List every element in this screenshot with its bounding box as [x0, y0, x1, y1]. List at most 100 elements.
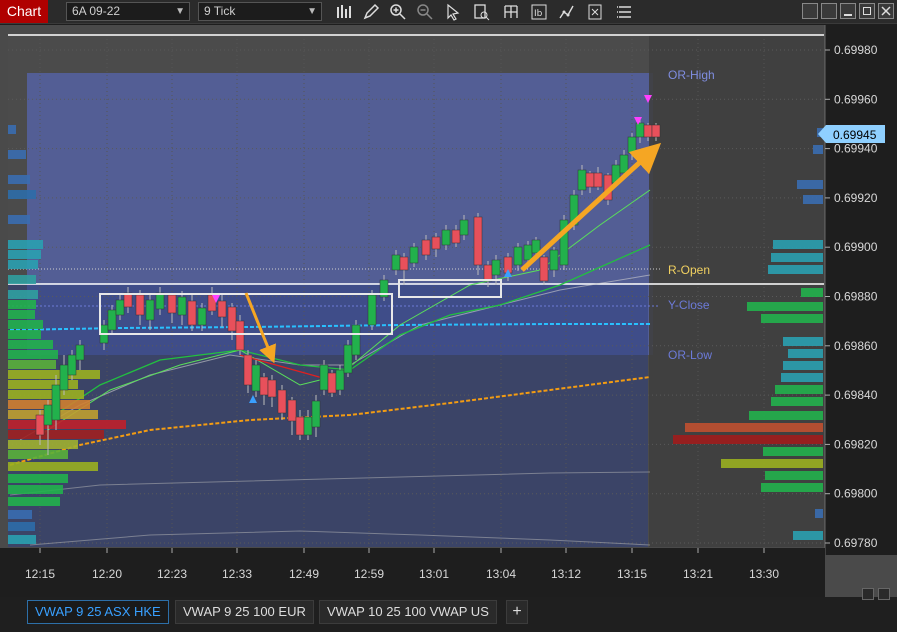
zoom-out-icon[interactable] [416, 3, 434, 21]
candle-body [643, 124, 653, 138]
candle-body [197, 307, 207, 326]
r-open-label: R-Open [668, 263, 710, 277]
volume-profile-bar [761, 483, 823, 492]
volume-profile-bar [8, 474, 68, 483]
interval-selector[interactable]: 9 Tick ▼ [198, 2, 322, 21]
scroll-left-button[interactable] [862, 588, 874, 600]
volume-profile-bar [783, 361, 823, 370]
candle-body [319, 364, 329, 391]
time-tick-label: 13:04 [486, 567, 516, 581]
maximize-button[interactable] [859, 3, 875, 19]
templates-icon[interactable] [586, 3, 604, 21]
indicators-icon[interactable]: Ib [530, 3, 548, 21]
time-tick-label: 12:33 [222, 567, 252, 581]
properties-icon[interactable] [502, 3, 520, 21]
volume-profile-bar [8, 320, 43, 329]
price-tick-label: 0.69780 [834, 536, 878, 550]
volume-profile-bar [797, 180, 823, 189]
price-tick-label: 0.69840 [834, 388, 878, 402]
bar-chart-icon[interactable] [335, 3, 353, 21]
add-tab-button[interactable]: + [506, 600, 528, 624]
menu-icon[interactable] [616, 3, 634, 21]
volume-profile-bar [771, 253, 823, 262]
candle-body [459, 219, 469, 236]
data-box-icon[interactable] [472, 3, 490, 21]
candle-body [531, 239, 541, 254]
volume-profile-bar [749, 411, 823, 420]
volume-profile-bar [721, 459, 823, 468]
volume-profile-bar [8, 420, 126, 429]
volume-profile-bar [793, 531, 823, 540]
price-tick-label: 0.69940 [834, 142, 878, 156]
pointer-icon[interactable] [444, 3, 462, 21]
volume-profile-bar [8, 535, 36, 544]
volume-profile-bar [771, 397, 823, 406]
candle-body [167, 294, 177, 314]
price-tick-label: 0.69820 [834, 437, 878, 451]
candle-body [651, 124, 661, 138]
candle-body [335, 369, 345, 391]
candle-body [277, 389, 287, 414]
strategy-icon[interactable] [558, 3, 576, 21]
current-price-marker: 0.69945 [818, 125, 885, 143]
volume-profile-bar [815, 509, 823, 518]
volume-profile-bar [765, 471, 823, 480]
candle-body [235, 320, 245, 351]
scroll-right-button[interactable] [878, 588, 890, 600]
pencil-icon[interactable] [362, 3, 380, 21]
current-price-label: 0.69945 [833, 128, 877, 142]
candle-body [409, 246, 419, 264]
price-tick-label: 0.69980 [834, 43, 878, 57]
volume-profile-bar [783, 337, 823, 346]
time-tick-label: 13:01 [419, 567, 449, 581]
future-area [649, 35, 824, 547]
volume-profile-bar [8, 215, 30, 224]
volume-profile-bar [8, 440, 78, 449]
candle-body [267, 379, 277, 398]
volume-profile-bar [803, 195, 823, 204]
candle-body [227, 306, 237, 332]
tab-vwap-asx-hke[interactable]: VWAP 9 25 ASX HKE [27, 600, 169, 624]
candle-body [451, 229, 461, 244]
time-tick-label: 12:59 [354, 567, 384, 581]
volume-profile-bar [775, 385, 823, 394]
candle-body [259, 376, 269, 396]
candle-body [145, 299, 155, 321]
candle-body [585, 172, 595, 188]
candle-body [539, 256, 549, 282]
tab-vwap-eur[interactable]: VWAP 9 25 100 EUR [175, 600, 314, 624]
pin-button[interactable] [821, 3, 837, 19]
minimize-button[interactable] [840, 3, 856, 19]
candle-body [619, 154, 629, 174]
tab-vwap-us[interactable]: VWAP 10 25 100 VWAP US [319, 600, 497, 624]
time-tick-label: 12:49 [289, 567, 319, 581]
candle-body [115, 299, 125, 316]
chevron-down-icon: ▼ [307, 6, 317, 17]
volume-profile-bar [8, 250, 41, 259]
volume-profile-bar [763, 447, 823, 456]
price-tick-label: 0.69900 [834, 240, 878, 254]
volume-profile-bar [685, 423, 823, 432]
restore-window-button[interactable] [802, 3, 818, 19]
candle-body [523, 244, 533, 261]
candle-body [217, 300, 227, 318]
volume-profile-bar [813, 145, 823, 154]
volume-profile-bar [8, 125, 16, 134]
time-tick-label: 13:15 [617, 567, 647, 581]
price-chart[interactable]: OR-High R-Open Y-Close OR-Low 0.69980 0.6… [0, 25, 897, 597]
volume-profile-bar [8, 522, 35, 531]
volume-profile-bar [788, 349, 823, 358]
volume-profile-bar [8, 360, 56, 369]
close-button[interactable] [878, 3, 894, 19]
chart-panel[interactable]: OR-High R-Open Y-Close OR-Low 0.69980 0.6… [0, 25, 897, 597]
time-tick-label: 13:21 [683, 567, 713, 581]
volume-profile-bar [8, 300, 36, 309]
volume-profile-bar [8, 510, 32, 519]
candle-body [473, 216, 483, 266]
or-high-label: OR-High [668, 68, 715, 82]
title-bar: Chart 6A 09-22 ▼ 9 Tick ▼ Ib [0, 0, 897, 24]
candle-body [431, 236, 441, 250]
candle-body [75, 344, 85, 361]
instrument-selector[interactable]: 6A 09-22 ▼ [66, 2, 190, 21]
zoom-in-icon[interactable] [389, 3, 407, 21]
